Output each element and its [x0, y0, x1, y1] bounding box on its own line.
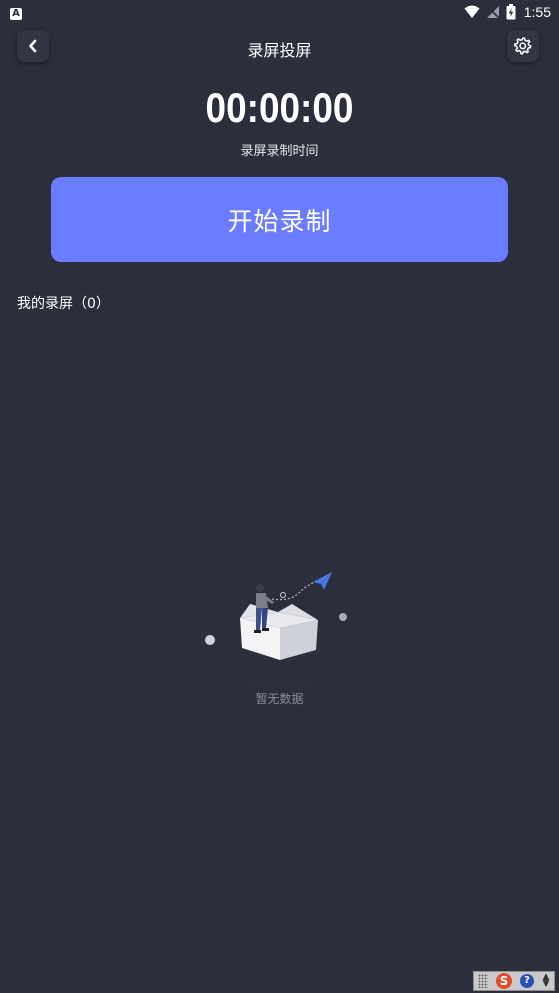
gear-icon: [514, 37, 532, 55]
status-right: 1:55: [464, 4, 551, 20]
notification-a-icon: A: [10, 8, 22, 20]
ime-toolbar[interactable]: S ? ▲ ▼: [473, 971, 555, 991]
start-recording-button[interactable]: 开始录制: [51, 177, 508, 262]
settings-button[interactable]: [507, 30, 539, 62]
page-title: 录屏投屏: [247, 41, 312, 60]
battery-charging-icon: [506, 4, 516, 20]
empty-state-text: 暂无数据: [255, 692, 304, 706]
help-icon[interactable]: ?: [520, 974, 534, 988]
timer-label: 录屏录制时间: [240, 144, 319, 159]
status-time: 1:55: [523, 4, 551, 20]
header: 录屏投屏: [0, 30, 559, 64]
collapse-arrow-icon[interactable]: ▲ ▼: [542, 973, 550, 989]
status-left: A: [10, 4, 22, 20]
my-recordings-title: 我的录屏（0）: [17, 296, 110, 312]
status-bar: A 1:55: [0, 0, 559, 24]
no-signal-icon: [486, 6, 500, 19]
wifi-icon: [464, 5, 480, 18]
empty-box-illustration: [185, 572, 375, 688]
recording-timer: 00:00:00: [205, 84, 354, 131]
ime-s-icon[interactable]: S: [496, 973, 512, 989]
drag-handle-icon[interactable]: [478, 974, 488, 988]
